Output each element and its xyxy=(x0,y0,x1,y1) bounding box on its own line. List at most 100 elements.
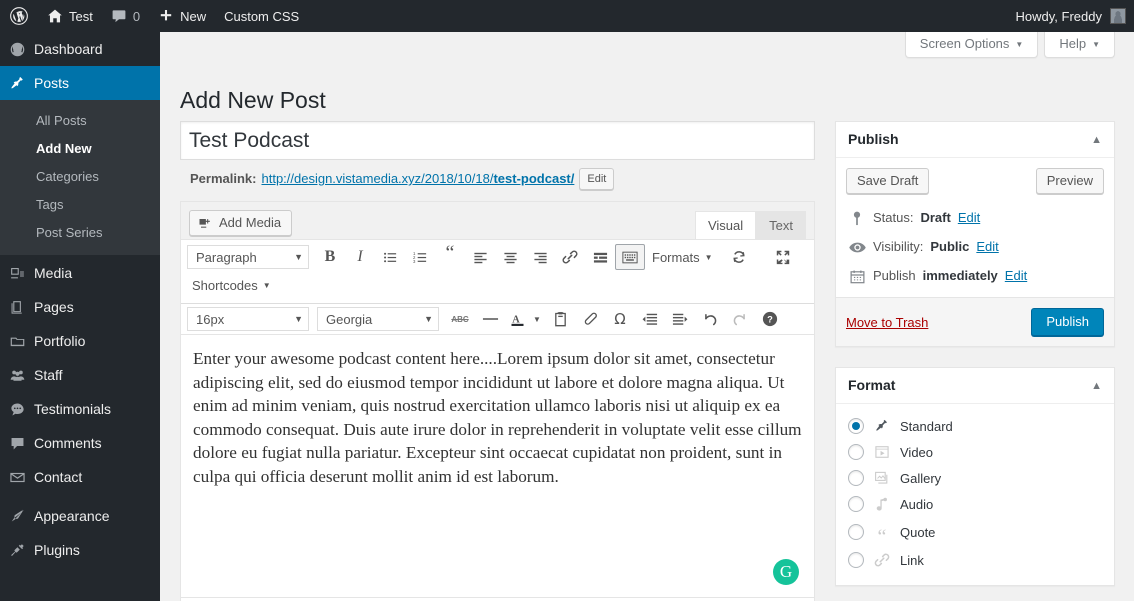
pushpin-icon xyxy=(873,418,891,434)
link-icon[interactable] xyxy=(555,244,585,270)
preview-button[interactable]: Preview xyxy=(1035,168,1104,194)
edit-visibility-link[interactable]: Edit xyxy=(976,238,998,256)
sidebar-item-plugins[interactable]: Plugins xyxy=(0,533,160,567)
comments-menu[interactable]: 0 xyxy=(102,0,149,32)
new-content-menu[interactable]: New xyxy=(149,0,215,32)
post-format-options: Standard Video Gallery Audio “ Quote Lin… xyxy=(836,404,1114,585)
format-radio-quote[interactable] xyxy=(848,524,864,540)
blockquote-icon[interactable]: “ xyxy=(435,242,465,270)
undo-icon[interactable] xyxy=(695,306,725,332)
sidebar-item-testimonials[interactable]: Testimonials xyxy=(0,392,160,426)
numbered-list-icon[interactable]: 123 xyxy=(405,244,435,270)
wp-logo-menu[interactable] xyxy=(0,0,38,32)
clear-formatting-eraser-icon[interactable] xyxy=(575,306,605,332)
post-schedule-row: Publish immediately Edit xyxy=(846,262,1104,291)
site-name-menu[interactable]: Test xyxy=(38,0,102,32)
posts-submenu: All Posts Add New Categories Tags Post S… xyxy=(0,100,160,255)
sidebar-item-label: Posts xyxy=(34,75,70,91)
tab-text[interactable]: Text xyxy=(756,211,806,239)
toolbar-toggle-icon[interactable] xyxy=(615,244,645,270)
paragraph-format-select[interactable]: Paragraph ▼ xyxy=(187,245,309,269)
sync-circular-arrows-icon[interactable] xyxy=(724,244,754,270)
screen-options-button[interactable]: Screen Options ▼ xyxy=(904,32,1039,58)
special-character-icon[interactable]: Ω xyxy=(605,306,635,332)
align-right-icon[interactable] xyxy=(525,244,555,270)
sidebar-item-all-posts[interactable]: All Posts xyxy=(0,107,160,135)
align-left-icon[interactable] xyxy=(465,244,495,270)
format-option-link[interactable]: Link xyxy=(848,547,1102,573)
format-radio-gallery[interactable] xyxy=(848,470,864,486)
keyboard-shortcuts-help-icon[interactable]: ? xyxy=(755,306,785,332)
format-option-quote[interactable]: “ Quote xyxy=(848,517,1102,547)
distraction-free-fullscreen-icon[interactable] xyxy=(768,244,798,270)
font-family-select[interactable]: Georgia ▼ xyxy=(317,307,439,331)
format-radio-audio[interactable] xyxy=(848,496,864,512)
post-title-input[interactable] xyxy=(180,121,815,160)
outdent-icon[interactable] xyxy=(635,306,665,332)
bold-icon[interactable]: B xyxy=(315,244,345,270)
sidebar-item-add-new[interactable]: Add New xyxy=(0,135,160,163)
format-option-audio[interactable]: Audio xyxy=(848,491,1102,517)
sidebar-item-contact[interactable]: Contact xyxy=(0,460,160,494)
chevron-down-icon: ▼ xyxy=(424,314,433,324)
redo-icon[interactable] xyxy=(725,306,755,332)
help-button[interactable]: Help ▼ xyxy=(1044,32,1115,58)
format-radio-standard[interactable] xyxy=(848,418,864,434)
edit-slug-button[interactable]: Edit xyxy=(579,168,615,190)
strikethrough-icon[interactable]: ABC xyxy=(445,306,475,332)
sidebar-item-tags[interactable]: Tags xyxy=(0,191,160,219)
indent-icon[interactable] xyxy=(665,306,695,332)
svg-text:3: 3 xyxy=(413,259,416,264)
bulleted-list-icon[interactable] xyxy=(375,244,405,270)
custom-css-menu[interactable]: Custom CSS xyxy=(215,0,308,32)
sidebar-item-pages[interactable]: Pages xyxy=(0,290,160,324)
tab-visual[interactable]: Visual xyxy=(694,211,757,239)
custom-css-label: Custom CSS xyxy=(224,8,300,24)
sidebar-item-portfolio[interactable]: Portfolio xyxy=(0,324,160,358)
my-account-menu[interactable]: Howdy, Freddy xyxy=(1016,8,1134,24)
grammarly-icon[interactable]: G xyxy=(773,559,799,585)
sidebar-item-posts[interactable]: Posts xyxy=(0,66,168,100)
publish-postbox-header[interactable]: Publish ▲ xyxy=(836,122,1114,158)
paste-as-text-icon[interactable] xyxy=(545,306,575,332)
screen-options-label: Screen Options xyxy=(919,36,1010,51)
italic-icon[interactable]: I xyxy=(345,244,375,270)
edit-status-link[interactable]: Edit xyxy=(958,209,980,227)
align-center-icon[interactable] xyxy=(495,244,525,270)
sidebar-item-comments[interactable]: Comments xyxy=(0,426,160,460)
sidebar-item-post-series[interactable]: Post Series xyxy=(0,219,160,247)
format-option-gallery[interactable]: Gallery xyxy=(848,465,1102,491)
formats-dropdown[interactable]: Formats ▼ xyxy=(645,244,720,270)
save-draft-button[interactable]: Save Draft xyxy=(846,168,930,194)
grammarly-glyph: G xyxy=(779,562,793,581)
font-size-select[interactable]: 16px ▼ xyxy=(187,307,309,331)
main-content-wrap: Screen Options ▼ Help ▼ Add New Post Perma… xyxy=(160,32,1134,601)
sidebar-item-media[interactable]: Media xyxy=(0,256,160,290)
format-postbox-header[interactable]: Format ▲ xyxy=(836,368,1114,404)
publish-button[interactable]: Publish xyxy=(1031,308,1104,336)
sidebar-item-dashboard[interactable]: Dashboard xyxy=(0,32,160,66)
paintbrush-icon xyxy=(0,508,34,525)
permalink-link[interactable]: http://design.vistamedia.xyz/2018/10/18/… xyxy=(261,167,574,191)
insert-read-more-icon[interactable] xyxy=(585,244,615,270)
envelope-icon xyxy=(0,469,34,486)
text-color-icon[interactable]: A xyxy=(505,306,529,332)
edit-schedule-link[interactable]: Edit xyxy=(1005,267,1027,285)
add-media-button[interactable]: Add Media xyxy=(189,210,293,236)
text-color-dropdown-chevron-down-icon[interactable]: ▼ xyxy=(529,306,545,332)
sidebar-item-staff[interactable]: Staff xyxy=(0,358,160,392)
status-value: Draft xyxy=(920,210,951,225)
sidebar-item-appearance[interactable]: Appearance xyxy=(0,499,160,533)
format-option-standard[interactable]: Standard xyxy=(848,413,1102,439)
chevron-up-icon[interactable]: ▲ xyxy=(1091,134,1102,146)
horizontal-rule-icon[interactable] xyxy=(475,306,505,332)
editor-mode-tabs: Visual Text xyxy=(694,211,806,239)
format-radio-link[interactable] xyxy=(848,552,864,568)
move-to-trash-link[interactable]: Move to Trash xyxy=(846,315,928,330)
editor-content-area[interactable]: Enter your awesome podcast content here.… xyxy=(181,335,814,597)
chevron-up-icon[interactable]: ▲ xyxy=(1091,380,1102,392)
format-option-video[interactable]: Video xyxy=(848,439,1102,465)
sidebar-item-categories[interactable]: Categories xyxy=(0,163,160,191)
format-radio-video[interactable] xyxy=(848,444,864,460)
shortcodes-dropdown[interactable]: Shortcodes ▼ xyxy=(185,272,278,298)
